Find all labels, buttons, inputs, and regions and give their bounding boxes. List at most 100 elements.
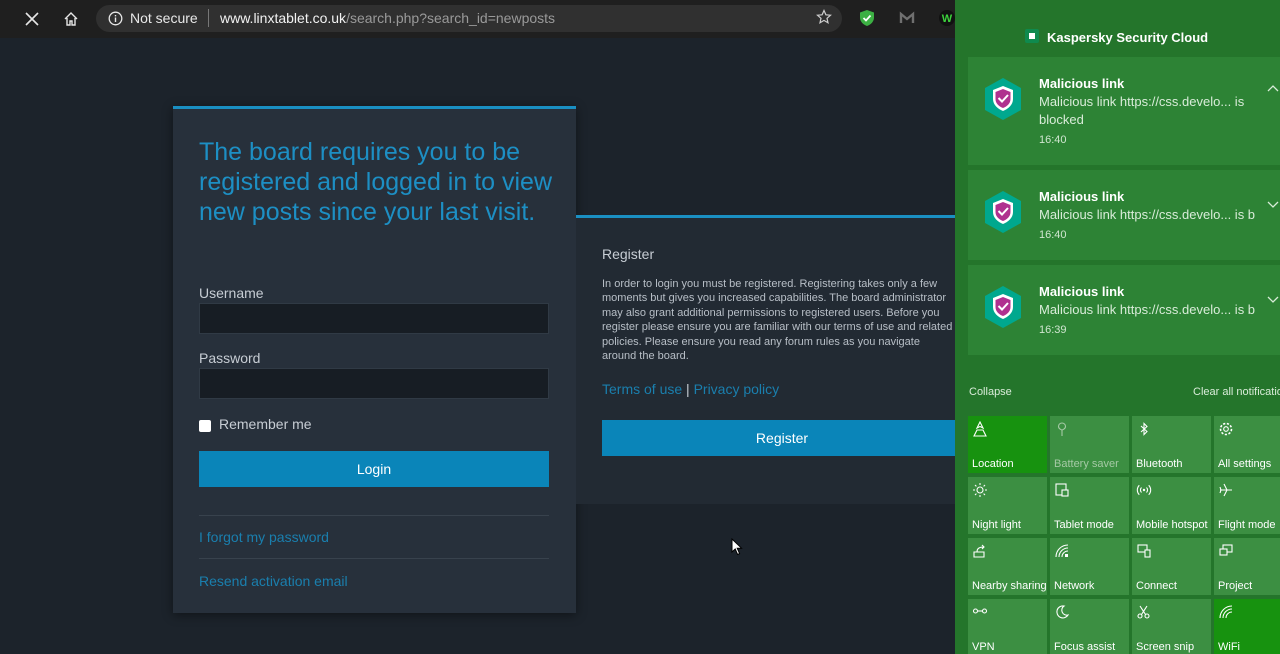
- wifi-icon: [1218, 604, 1234, 620]
- tile-label: Flight mode: [1218, 519, 1276, 531]
- malwarebytes-extension-icon[interactable]: [898, 9, 918, 29]
- resend-activation-link[interactable]: Resend activation email: [199, 573, 348, 589]
- tile-label: Location: [972, 458, 1014, 470]
- notification-title: Malicious link: [1039, 76, 1125, 91]
- chevron-down-icon[interactable]: [1267, 293, 1279, 307]
- kaspersky-shield-icon: [984, 285, 1022, 334]
- night-light-icon: [972, 482, 988, 498]
- remember-me-label[interactable]: Remember me: [219, 416, 312, 432]
- tile-label: Nearby sharing: [972, 580, 1047, 592]
- collapse-button[interactable]: Collapse: [969, 386, 1012, 398]
- tile-battery-saver[interactable]: Battery saver: [1050, 416, 1129, 473]
- tile-night-light[interactable]: Night light: [968, 477, 1047, 534]
- register-panel: Register In order to login you must be r…: [576, 215, 962, 504]
- notification-card[interactable]: Malicious link Malicious link https://cs…: [968, 265, 1280, 355]
- url-separator: [208, 9, 209, 27]
- tile-flight-mode[interactable]: Flight mode: [1214, 477, 1280, 534]
- tile-label: Network: [1054, 580, 1095, 592]
- tile-label: VPN: [972, 641, 995, 653]
- tile-label: Mobile hotspot: [1136, 519, 1208, 531]
- tile-label: Focus assist: [1054, 641, 1116, 653]
- tile-connect[interactable]: Connect: [1132, 538, 1211, 595]
- notification-title: Malicious link: [1039, 284, 1125, 299]
- tile-label: Tablet mode: [1054, 519, 1114, 531]
- divider: [199, 558, 549, 559]
- tile-screen-snip[interactable]: Screen snip: [1132, 599, 1211, 654]
- page-title: The board requires you to be registered …: [199, 138, 553, 226]
- password-input[interactable]: [199, 368, 549, 399]
- bluetooth-icon: [1136, 421, 1152, 437]
- notification-time: 16:40: [1039, 134, 1067, 146]
- url-text[interactable]: www.linxtablet.co.uk/search.php?search_i…: [220, 10, 555, 26]
- policy-links: Terms of use | Privacy policy: [602, 381, 779, 397]
- url-host: www.linxtablet.co.uk: [220, 10, 347, 26]
- notification-time: 16:40: [1039, 229, 1067, 241]
- register-button[interactable]: Register: [602, 420, 962, 456]
- airplane-icon: [1218, 482, 1234, 498]
- forgot-password-link[interactable]: I forgot my password: [199, 529, 329, 545]
- login-panel: The board requires you to be registered …: [173, 106, 576, 613]
- nearby-sharing-icon: [972, 543, 988, 559]
- login-button[interactable]: Login: [199, 451, 549, 487]
- mouse-cursor-icon: [731, 537, 743, 561]
- notification-body: Malicious link https://css.develo... is …: [1039, 207, 1256, 222]
- tile-label: Connect: [1136, 580, 1177, 592]
- action-center: Kaspersky Security Cloud Malicious link …: [955, 0, 1280, 654]
- chevron-up-icon[interactable]: [1267, 81, 1279, 95]
- home-icon[interactable]: [60, 8, 82, 30]
- kaspersky-shield-icon: [984, 190, 1022, 239]
- notification-card[interactable]: Malicious link Malicious link https://cs…: [968, 57, 1280, 165]
- project-icon: [1218, 543, 1234, 559]
- terms-of-use-link[interactable]: Terms of use: [602, 381, 682, 397]
- bookmark-star-icon[interactable]: [816, 9, 832, 30]
- notification-app-header: Kaspersky Security Cloud: [1025, 29, 1209, 45]
- divider: [199, 515, 549, 516]
- tile-all-settings[interactable]: All settings: [1214, 416, 1280, 473]
- link-separator: |: [686, 381, 690, 397]
- tile-label: WiFi: [1218, 641, 1240, 653]
- tile-tablet-mode[interactable]: Tablet mode: [1050, 477, 1129, 534]
- kaspersky-icon: [1025, 29, 1039, 43]
- address-bar[interactable]: Not secure www.linxtablet.co.uk/search.p…: [96, 5, 842, 32]
- close-icon[interactable]: [21, 8, 43, 30]
- tile-project[interactable]: Project: [1214, 538, 1280, 595]
- notification-card[interactable]: Malicious link Malicious link https://cs…: [968, 170, 1280, 260]
- tile-wifi[interactable]: WiFi: [1214, 599, 1280, 654]
- clear-all-notifications-button[interactable]: Clear all notificatio: [1193, 386, 1280, 398]
- password-label: Password: [199, 350, 261, 366]
- tile-location[interactable]: Location: [968, 416, 1047, 473]
- notification-title: Malicious link: [1039, 189, 1125, 204]
- notification-time: 16:39: [1039, 324, 1067, 336]
- tile-network[interactable]: Network: [1050, 538, 1129, 595]
- battery-saver-icon: [1054, 421, 1070, 437]
- tile-mobile-hotspot[interactable]: Mobile hotspot: [1132, 477, 1211, 534]
- tile-label: Battery saver: [1054, 458, 1119, 470]
- privacy-policy-link[interactable]: Privacy policy: [694, 381, 780, 397]
- app-name: Kaspersky Security Cloud: [1047, 30, 1209, 45]
- hotspot-icon: [1136, 482, 1152, 498]
- shield-extension-icon[interactable]: [858, 9, 878, 29]
- network-icon: [1054, 543, 1070, 559]
- info-icon[interactable]: [108, 11, 123, 31]
- tile-nearby-sharing[interactable]: Nearby sharing: [968, 538, 1047, 595]
- register-heading: Register: [602, 246, 655, 262]
- username-input[interactable]: [199, 303, 549, 334]
- tile-label: All settings: [1218, 458, 1272, 470]
- tile-label: Night light: [972, 519, 1021, 531]
- tile-label: Bluetooth: [1136, 458, 1183, 470]
- tile-bluetooth[interactable]: Bluetooth: [1132, 416, 1211, 473]
- svg-text:W: W: [942, 13, 953, 25]
- connect-icon: [1136, 543, 1152, 559]
- browser-toolbar: Not secure www.linxtablet.co.uk/search.p…: [0, 0, 955, 38]
- gear-icon: [1218, 421, 1234, 437]
- username-label: Username: [199, 285, 264, 301]
- remember-me-checkbox[interactable]: [199, 420, 211, 432]
- security-label[interactable]: Not secure: [130, 10, 198, 26]
- tile-vpn[interactable]: VPN: [968, 599, 1047, 654]
- notification-body: Malicious link https://css.develo... is …: [1039, 94, 1245, 127]
- notification-body: Malicious link https://css.develo... is …: [1039, 302, 1256, 317]
- chevron-down-icon[interactable]: [1267, 198, 1279, 212]
- tablet-mode-icon: [1054, 482, 1070, 498]
- kaspersky-shield-icon: [984, 77, 1022, 126]
- tile-focus-assist[interactable]: Focus assist: [1050, 599, 1129, 654]
